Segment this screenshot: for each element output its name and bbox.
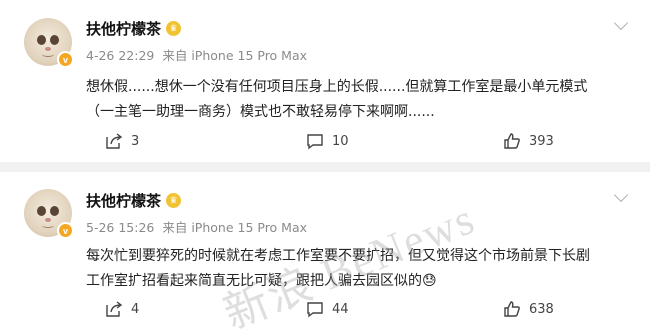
like-button[interactable]: 638 (502, 299, 554, 319)
username[interactable]: 扶他柠檬茶 ♛ (86, 18, 182, 39)
comment-button[interactable]: 10 (305, 131, 349, 151)
post-date: 5-26 15:26 (86, 220, 155, 235)
thumbs-up-icon (504, 133, 520, 149)
like-button[interactable]: 393 (502, 131, 554, 151)
share-icon (106, 133, 123, 149)
repost-count: 4 (131, 301, 140, 317)
post-source: 来自 iPhone 15 Pro Max (162, 48, 308, 63)
comment-icon (307, 134, 323, 150)
content-line: 想休假......想休一个没有任何项目压身上的长假......但就算工作室是最小… (86, 79, 588, 95)
comment-icon (307, 302, 323, 318)
verified-badge-icon: v (57, 51, 74, 68)
thumbs-up-icon (504, 301, 520, 317)
post-content: 每次忙到要猝死的时候就在考虑工作室要不要扩招，但又觉得这个市场前景下长剧 工作室… (86, 244, 616, 294)
chevron-down-icon[interactable] (613, 187, 629, 203)
content-line: 每次忙到要猝死的时候就在考虑工作室要不要扩招，但又觉得这个市场前景下长剧 (86, 248, 590, 264)
weibo-post: v 扶他柠檬茶 ♛ 4-26 22:29 来自 iPhone 15 Pro Ma… (0, 0, 650, 162)
content-line: （一主笔一助理一商务）模式也不敢轻易停下来啊啊...... (86, 104, 435, 120)
crown-icon: ♛ (166, 21, 182, 36)
username-text: 扶他柠檬茶 (86, 20, 162, 38)
share-button[interactable]: 3 (104, 131, 139, 151)
post-source: 来自 iPhone 15 Pro Max (162, 220, 308, 235)
action-bar: 3 10 393 (0, 131, 650, 157)
username[interactable]: 扶他柠檬茶 ♛ (86, 190, 182, 211)
verified-badge-icon: v (57, 222, 74, 239)
comment-count: 44 (332, 301, 349, 317)
comment-count: 10 (332, 133, 349, 149)
comment-button[interactable]: 44 (305, 299, 349, 319)
action-bar: 4 44 638 (0, 299, 650, 325)
avatar[interactable]: v (24, 18, 74, 68)
post-date: 4-26 22:29 (86, 48, 155, 63)
chevron-down-icon[interactable] (613, 15, 629, 31)
like-count: 638 (529, 301, 554, 317)
username-text: 扶他柠檬茶 (86, 192, 162, 210)
like-count: 393 (529, 133, 554, 149)
share-button[interactable]: 4 (104, 299, 139, 319)
post-content: 想休假......想休一个没有任何项目压身上的长假......但就算工作室是最小… (86, 75, 616, 125)
share-icon (106, 301, 123, 317)
repost-count: 3 (131, 133, 140, 149)
weibo-post: v 扶他柠檬茶 ♛ 5-26 15:26 来自 iPhone 15 Pro Ma… (0, 172, 650, 333)
crown-icon: ♛ (166, 193, 182, 208)
post-meta: 4-26 22:29 来自 iPhone 15 Pro Max (86, 45, 311, 64)
content-line: 工作室扩招看起来简直无比可疑，跟把人骗去园区似的😓 (86, 273, 437, 289)
post-meta: 5-26 15:26 来自 iPhone 15 Pro Max (86, 217, 311, 236)
avatar[interactable]: v (24, 189, 74, 239)
